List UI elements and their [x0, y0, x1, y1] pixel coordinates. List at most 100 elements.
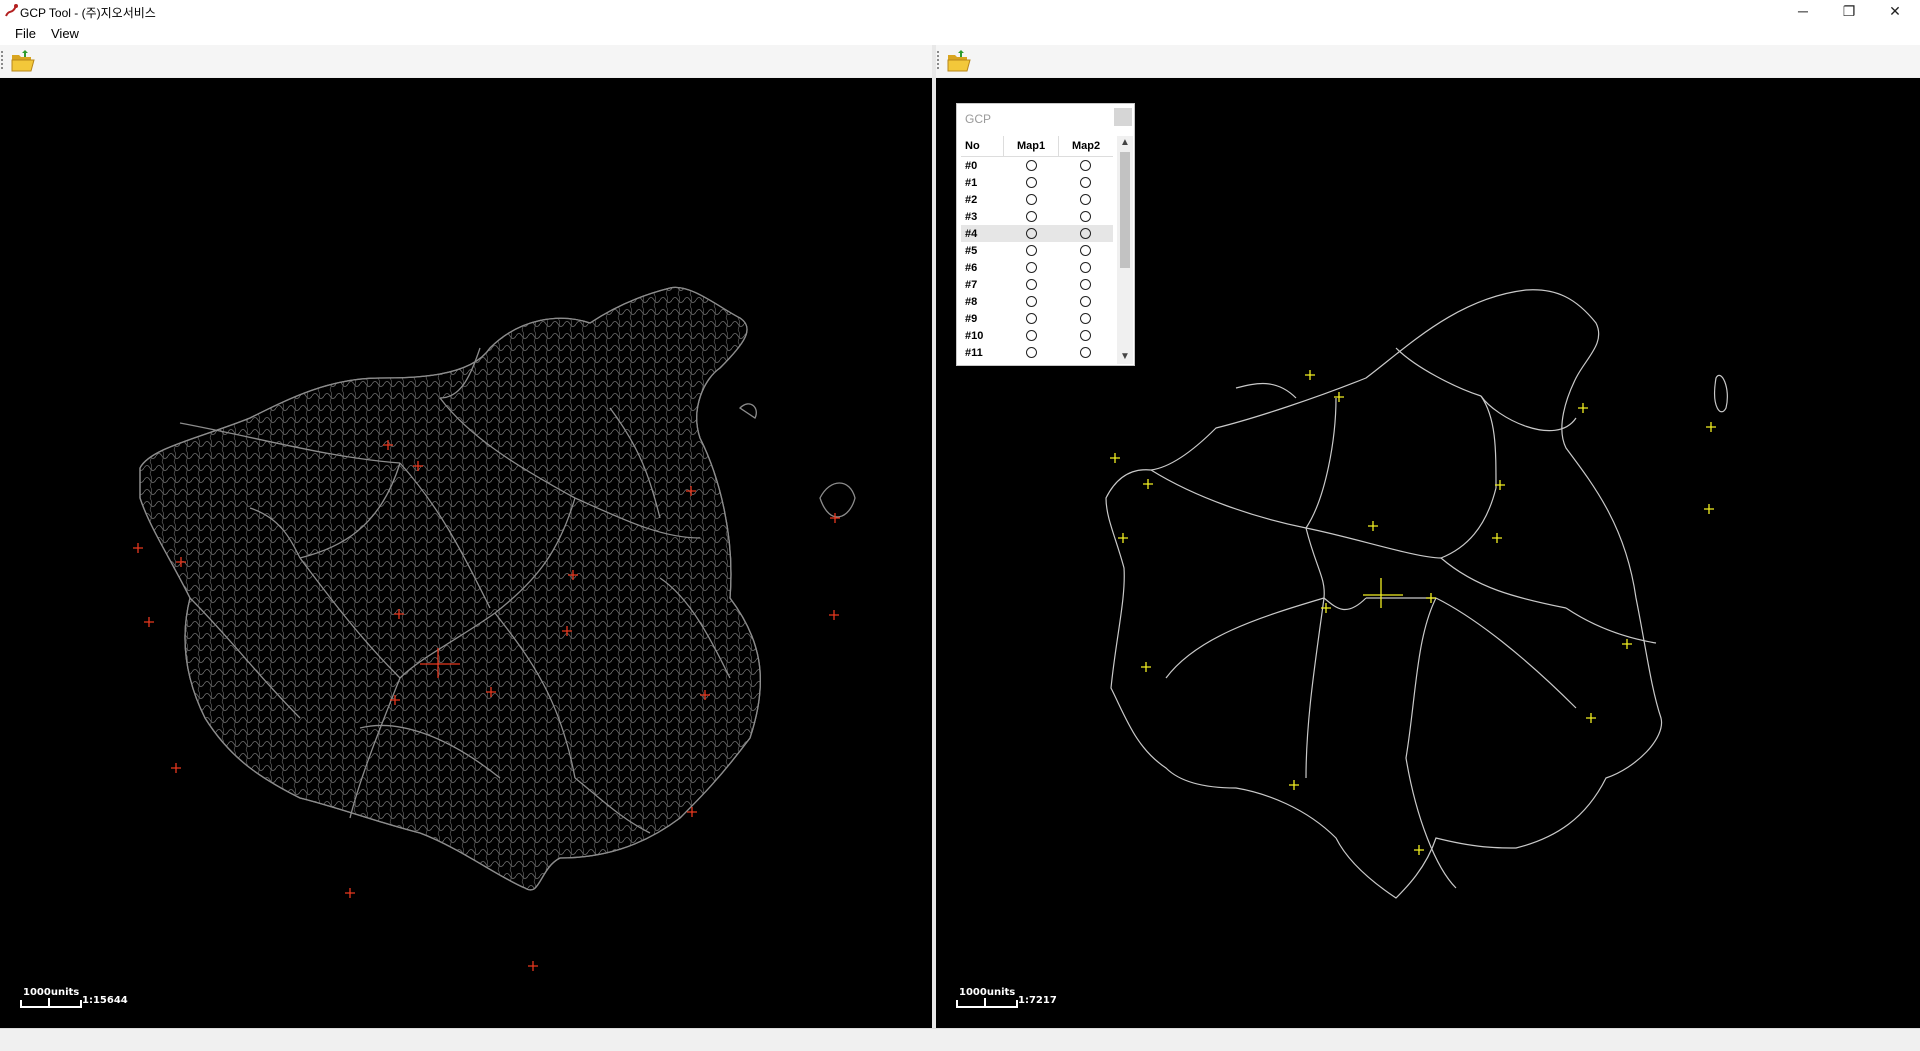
table-row[interactable]: #10 [961, 327, 1113, 344]
gcp-map1-cell [1003, 293, 1058, 310]
open-folder-icon[interactable] [946, 48, 972, 74]
scale-units-label: 1000units [959, 987, 1016, 998]
table-row[interactable]: #1 [961, 174, 1113, 191]
scale-ratio-label: 1:7217 [1018, 995, 1057, 1006]
column-header-map2[interactable]: Map2 [1058, 136, 1113, 157]
gcp-id-cell: #2 [965, 193, 978, 206]
gcp-panel-close-button[interactable] [1114, 108, 1132, 126]
left-map-linework [139, 286, 856, 891]
map1-status-radio[interactable] [1025, 347, 1037, 359]
restore-button[interactable]: ❐ [1826, 0, 1872, 23]
map1-status-radio[interactable] [1025, 228, 1037, 240]
menu-view[interactable]: View [51, 26, 79, 41]
gcp-id-cell: #8 [965, 295, 978, 308]
gcp-map1-cell [1003, 225, 1059, 242]
scale-tick [48, 998, 50, 1006]
map2-status-radio[interactable] [1080, 194, 1092, 206]
map1-status-radio[interactable] [1025, 313, 1037, 325]
gcp-id-cell: #5 [965, 244, 978, 257]
gcp-map1-cell [1003, 276, 1058, 293]
gcp-map2-cell [1059, 191, 1113, 208]
column-header-map1[interactable]: Map1 [1002, 136, 1059, 157]
menu-file[interactable]: File [15, 26, 36, 41]
gcp-scrollbar[interactable]: ▲ ▼ [1117, 136, 1133, 364]
map2-status-radio[interactable] [1080, 296, 1092, 308]
gcp-id-cell: #0 [965, 159, 978, 172]
table-row[interactable]: #2 [961, 191, 1113, 208]
gcp-map2-cell [1059, 259, 1113, 276]
left-toolbar [0, 45, 932, 77]
gcp-table: No Map1 Map2 #0 #1 #2 #3 #4 #5 #6 #7 #8 #9 #10 #11 [961, 136, 1113, 361]
gcp-map2-cell [1059, 208, 1113, 225]
open-folder-icon[interactable] [10, 48, 36, 74]
gcp-map1-cell [1003, 310, 1058, 327]
gcp-map2-cell [1059, 242, 1113, 259]
map1-status-radio[interactable] [1025, 211, 1037, 223]
scale-units-label: 1000units [23, 987, 80, 998]
column-header-no[interactable]: No [961, 136, 1004, 157]
scale-tick [984, 998, 986, 1006]
map2-status-radio[interactable] [1080, 245, 1092, 257]
title-bar: GCP Tool - (주)지오서비스 ─ ❐ ✕ [0, 0, 1920, 23]
map2-status-radio[interactable] [1080, 313, 1092, 325]
map2-status-radio[interactable] [1080, 177, 1092, 189]
map2-status-radio[interactable] [1080, 211, 1092, 223]
map2-status-radio[interactable] [1080, 262, 1092, 274]
map1-status-radio[interactable] [1025, 160, 1037, 172]
gcp-map2-cell [1058, 225, 1113, 242]
table-row[interactable]: #9 [961, 310, 1113, 327]
gcp-map1-cell [1003, 259, 1058, 276]
map2-status-radio[interactable] [1080, 160, 1092, 172]
gcp-table-body: #0 #1 #2 #3 #4 #5 #6 #7 #8 #9 #10 #11 [961, 157, 1113, 362]
gcp-id-cell: #1 [965, 176, 978, 189]
gcp-id-cell: #11 [965, 346, 983, 359]
map1-status-radio[interactable] [1025, 194, 1037, 206]
table-row[interactable]: #3 [961, 208, 1113, 225]
gcp-id-cell: #10 [965, 329, 984, 342]
gcp-map2-cell [1059, 327, 1113, 344]
table-row[interactable]: #7 [961, 276, 1113, 293]
table-row[interactable]: #0 [961, 157, 1113, 175]
map2-status-radio[interactable] [1080, 330, 1092, 342]
gcp-map1-cell [1003, 208, 1058, 225]
map2-status-radio[interactable] [1080, 347, 1092, 359]
map1-status-radio[interactable] [1025, 245, 1037, 257]
gcp-map1-cell [1003, 327, 1058, 344]
gcp-id-cell: #9 [965, 312, 978, 325]
scroll-thumb[interactable] [1120, 152, 1130, 268]
scroll-down-icon[interactable]: ▼ [1117, 350, 1133, 364]
gcp-panel[interactable]: GCP No Map1 Map2 #0 #1 #2 #3 #4 #5 #6 #7 #8 #9 #10… [956, 103, 1135, 366]
map1-status-radio[interactable] [1025, 296, 1037, 308]
gcp-map2-cell [1059, 310, 1113, 327]
gcp-id-cell: #4 [961, 225, 1004, 242]
map2-status-radio[interactable] [1080, 279, 1092, 291]
toolbar-grip[interactable] [937, 51, 939, 71]
table-row[interactable]: #4 [961, 225, 1113, 242]
scale-line [956, 1000, 1018, 1008]
map1-status-radio[interactable] [1025, 279, 1037, 291]
scale-line [20, 1000, 82, 1008]
map1-status-radio[interactable] [1025, 330, 1037, 342]
map1-status-radio[interactable] [1025, 177, 1037, 189]
gcp-map2-cell [1059, 344, 1113, 361]
map2-status-radio[interactable] [1080, 228, 1092, 240]
right-toolbar [936, 45, 1920, 77]
left-map-canvas[interactable] [0, 78, 932, 1028]
map1-status-radio[interactable] [1025, 262, 1037, 274]
gcp-map1-cell [1003, 242, 1058, 259]
gcp-id-cell: #7 [965, 278, 978, 291]
table-row[interactable]: #8 [961, 293, 1113, 310]
app-logo-icon [5, 4, 18, 17]
table-row[interactable]: #5 [961, 242, 1113, 259]
close-button[interactable]: ✕ [1872, 0, 1918, 23]
gcp-id-cell: #3 [965, 210, 978, 223]
minimize-button[interactable]: ─ [1780, 0, 1826, 23]
status-bar [0, 1028, 1920, 1051]
table-row[interactable]: #6 [961, 259, 1113, 276]
scroll-up-icon[interactable]: ▲ [1117, 136, 1133, 150]
toolbar-grip[interactable] [1, 51, 3, 71]
table-row[interactable]: #11 [961, 344, 1113, 361]
scale-ratio-label: 1:15644 [82, 995, 128, 1006]
gcp-map1-cell [1003, 157, 1058, 175]
left-map-view[interactable]: 1000units 1:15644 [0, 78, 932, 1028]
